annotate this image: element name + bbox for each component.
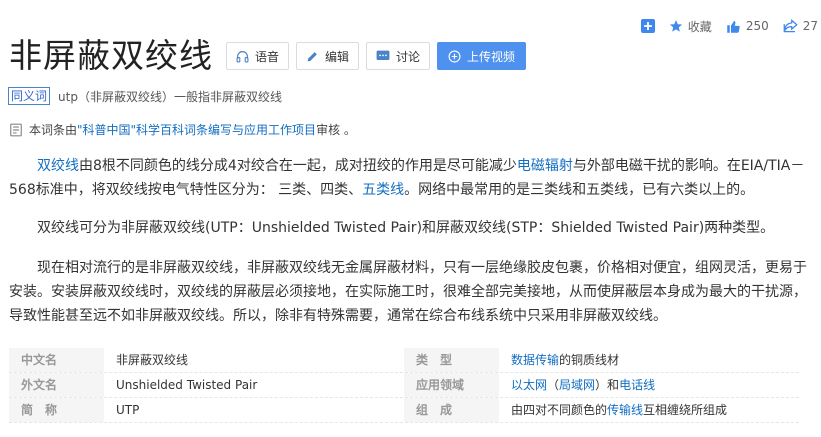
- page-title: 非屏蔽双绞线: [9, 36, 213, 75]
- info-value-text: 由四对不同颜色的: [511, 403, 608, 417]
- review-prefix: 本词条由: [29, 123, 78, 137]
- info-key: 类 型: [404, 348, 499, 372]
- upload-video-label: 上传视频: [467, 49, 516, 64]
- share-count: 27: [802, 19, 818, 33]
- chat-icon: [376, 50, 390, 63]
- share-button[interactable]: 27: [783, 19, 818, 33]
- info-value: 由四对不同颜色的传输线互相缠绕所组成: [499, 398, 799, 422]
- paragraph-1-text-c: 。网络中最常用的是三类线和五类线，已有六类以上的。: [404, 182, 755, 198]
- collect-label: 收藏: [687, 19, 712, 34]
- link-em-radiation[interactable]: 电磁辐射: [517, 158, 573, 174]
- info-row: 外文名 Unshielded Twisted Pair 应用领域 以太网（局域网…: [9, 373, 799, 398]
- info-value: 数据传输的铜质线材: [499, 348, 799, 372]
- info-key: 外文名: [9, 373, 104, 397]
- info-key: 简 称: [9, 398, 104, 422]
- link-data-transfer[interactable]: 数据传输: [511, 353, 559, 367]
- link-phone-line[interactable]: 电话线: [619, 378, 655, 392]
- plus-circle-icon: [448, 50, 461, 63]
- info-value: Unshielded Twisted Pair: [116, 378, 258, 392]
- synonym-text: utp（非屏蔽双绞线）一般指非屏蔽双绞线: [58, 89, 282, 104]
- paragraph-3: 现在相对流行的是非屏蔽双绞线，非屏蔽双绞线无金属屏蔽材料，只有一层绝缘胶皮包裹，…: [9, 260, 807, 324]
- edit-button[interactable]: 编辑: [296, 42, 360, 70]
- info-value: UTP: [116, 403, 140, 417]
- info-row: 简 称 UTP 组 成 由四对不同颜色的传输线互相缠绕所组成: [9, 398, 799, 423]
- edit-label: 编辑: [325, 49, 350, 64]
- info-box: 中文名 非屏蔽双绞线 类 型 数据传输的铜质线材 外文名 Unshielded …: [9, 348, 799, 423]
- review-org-link[interactable]: "科普中国"科学百科词条编写与应用工作项目: [77, 121, 316, 138]
- link-lan[interactable]: 局域网: [559, 378, 595, 392]
- entry-actions: 语音 编辑 讨论 上传视频: [226, 42, 527, 70]
- add-button[interactable]: [640, 19, 655, 33]
- voice-label: 语音: [255, 49, 280, 64]
- info-key: 应用领域: [404, 373, 499, 397]
- document-icon: [9, 123, 23, 137]
- top-toolbar: 收藏 250 27: [627, 13, 821, 39]
- info-row: 中文名 非屏蔽双绞线 类 型 数据传输的铜质线材: [9, 348, 799, 373]
- link-transmission-line[interactable]: 传输线: [607, 403, 643, 417]
- headphones-icon: [236, 50, 249, 63]
- review-suffix: 审核 。: [316, 123, 356, 137]
- paragraph-2: 双绞线可分为非屏蔽双绞线(UTP：Unshielded Twisted Pair…: [37, 220, 775, 236]
- info-value: 非屏蔽双绞线: [116, 353, 189, 367]
- collect-button[interactable]: 收藏: [669, 18, 712, 35]
- synonym-row: 同义词 utp（非屏蔽双绞线）一般指非屏蔽双绞线: [8, 87, 282, 105]
- share-icon: [783, 19, 798, 33]
- discuss-label: 讨论: [396, 49, 421, 64]
- upload-video-button[interactable]: 上传视频: [437, 42, 527, 70]
- plus-icon: [640, 19, 655, 33]
- info-value-text: 的铜质线材: [559, 353, 620, 367]
- thumbs-up-icon: [727, 20, 740, 33]
- info-key: 中文名: [9, 348, 104, 372]
- info-value-text: ）和: [595, 378, 620, 392]
- link-ethernet[interactable]: 以太网: [511, 378, 547, 392]
- like-button[interactable]: 250: [726, 19, 769, 34]
- voice-button[interactable]: 语音: [226, 42, 290, 70]
- info-value: 以太网（局域网）和电话线: [499, 373, 799, 397]
- discuss-button[interactable]: 讨论: [366, 42, 431, 70]
- star-icon: [669, 20, 682, 32]
- info-value-text: （: [547, 378, 560, 392]
- link-cat5[interactable]: 五类线: [362, 182, 404, 198]
- pencil-icon: [306, 50, 319, 63]
- title-row: 非屏蔽双绞线 语音 编辑 讨论 上传视频: [9, 36, 527, 76]
- link-twisted-pair[interactable]: 双绞线: [37, 158, 79, 174]
- info-key: 组 成: [404, 398, 499, 422]
- synonym-tag[interactable]: 同义词: [8, 87, 51, 105]
- info-value-text: 互相缠绕所组成: [643, 403, 728, 417]
- review-notice: 本词条由 "科普中国"科学百科词条编写与应用工作项目 审核 。: [9, 121, 356, 138]
- paragraph-1: 双绞线由8根不同颜色的线分成4对绞合在一起，成对扭绞的作用是尽可能减少电磁辐射与…: [9, 154, 809, 202]
- paragraph-1-text-a: 由8根不同颜色的线分成4对绞合在一起，成对扭绞的作用是尽可能减少: [79, 158, 517, 174]
- like-count: 250: [745, 19, 769, 33]
